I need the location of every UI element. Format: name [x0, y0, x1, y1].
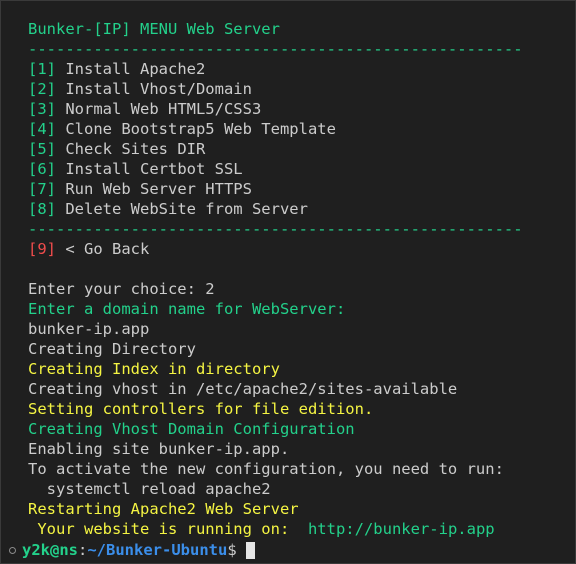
status-reload-command: systemctl reload apache2	[28, 480, 271, 498]
menu-item-number: [7]	[28, 180, 56, 198]
menu-item-label: Install Certbot SSL	[56, 160, 243, 178]
prompt-path: ~/Bunker-Ubuntu	[87, 541, 228, 559]
running-url-link[interactable]: http://bunker-ip.app	[308, 520, 495, 538]
prompt-user-host: y2k@ns	[22, 541, 78, 559]
choice-prompt: Enter your choice: 2	[28, 280, 215, 298]
menu-item-label: Normal Web HTML5/CSS3	[56, 100, 262, 118]
menu-item-number: [4]	[28, 120, 56, 138]
menu-item-label: Clone Bootstrap5 Web Template	[56, 120, 336, 138]
menu-item-label: Run Web Server HTTPS	[56, 180, 252, 198]
menu-title: Bunker-[IP] MENU Web Server	[28, 20, 280, 38]
status-activate-hint: To activate the new configuration, you n…	[28, 460, 504, 478]
menu-item-label: Install Apache2	[56, 60, 206, 78]
status-creating-directory: Creating Directory	[28, 340, 196, 358]
status-setting-controllers: Setting controllers for file edition.	[28, 400, 374, 418]
status-creating-vhost: Creating vhost in /etc/apache2/sites-ava…	[28, 380, 458, 398]
menu-separator-bottom: ----------------------------------------…	[28, 220, 523, 238]
prompt-symbol: $	[227, 541, 237, 559]
menu-item-number: [1]	[28, 60, 56, 78]
status-vhost-configuration: Creating Vhost Domain Configuration	[28, 420, 355, 438]
menu-item-8: [8] Delete WebSite from Server	[28, 199, 558, 219]
menu-item-2: [2] Install Vhost/Domain	[28, 79, 558, 99]
menu-item-4: [4] Clone Bootstrap5 Web Template	[28, 119, 558, 139]
menu-item-label: Install Vhost/Domain	[56, 80, 252, 98]
menu-item-number: [6]	[28, 160, 56, 178]
status-restarting-apache: Restarting Apache2 Web Server	[28, 500, 299, 518]
domain-prompt: Enter a domain name for WebServer:	[28, 300, 346, 318]
menu-item-1: [1] Install Apache2	[28, 59, 558, 79]
status-creating-index: Creating Index in directory	[28, 360, 280, 378]
menu-item-number: [8]	[28, 200, 56, 218]
menu-item-number: [5]	[28, 140, 56, 158]
running-label: Your website is running on:	[28, 520, 308, 538]
back-item-label: < Go Back	[56, 240, 150, 258]
menu-item-7: [7] Run Web Server HTTPS	[28, 179, 558, 199]
menu-item-3: [3] Normal Web HTML5/CSS3	[28, 99, 558, 119]
terminal-output: Bunker-[IP] MENU Web Server ------------…	[28, 19, 558, 539]
status-running-on: Your website is running on: http://bunke…	[28, 519, 558, 539]
menu-item-label: Delete WebSite from Server	[56, 200, 308, 218]
menu-item-number: [3]	[28, 100, 56, 118]
menu-item-back: [9] < Go Back	[28, 239, 558, 259]
terminal-cursor	[245, 541, 255, 559]
terminal-window[interactable]: Bunker-[IP] MENU Web Server ------------…	[0, 0, 576, 564]
command-decoration-icon[interactable]	[9, 546, 16, 554]
menu-item-label: Check Sites DIR	[56, 140, 206, 158]
domain-input-echo: bunker-ip.app	[28, 320, 150, 338]
menu-item-5: [5] Check Sites DIR	[28, 139, 558, 159]
menu-separator-top: ----------------------------------------…	[28, 40, 523, 58]
status-enabling-site: Enabling site bunker-ip.app.	[28, 440, 290, 458]
menu-item-6: [6] Install Certbot SSL	[28, 159, 558, 179]
menu-item-number: [2]	[28, 80, 56, 98]
shell-prompt[interactable]: y2k@ns: ~/Bunker-Ubuntu $	[9, 540, 255, 560]
prompt-separator: :	[78, 541, 88, 559]
back-item-number: [9]	[28, 240, 56, 258]
